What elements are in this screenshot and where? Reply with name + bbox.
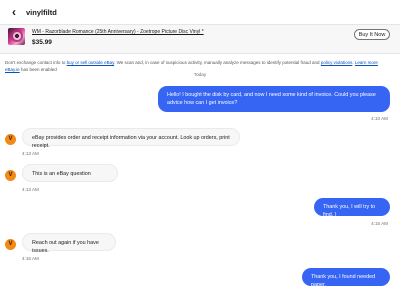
seller-avatar: V [5, 134, 16, 145]
listing-thumbnail[interactable] [8, 28, 25, 45]
message-time: 4:16 AM [22, 256, 39, 261]
message-time: 4:15 AM [371, 221, 388, 226]
learn-more-link[interactable]: Learn more [355, 60, 378, 65]
listing-title[interactable]: WM - Razorblade Romance (25th Anniversar… [32, 29, 204, 35]
outgoing-message: Hello! I bought the disk by card, and no… [158, 86, 390, 112]
notice-text: . We scan and, in case of suspicious act… [114, 60, 321, 65]
listing-card: WM - Razorblade Romance (25th Anniversar… [0, 25, 400, 54]
listing-price: $35.99 [32, 39, 52, 46]
ebay-ie-link[interactable]: eBay.ie [5, 67, 20, 72]
day-separator: Today [193, 72, 207, 77]
seller-avatar: V [5, 239, 16, 250]
message-time: 4:13 AM [22, 151, 39, 156]
message-time: 4:10 AM [371, 116, 388, 121]
conversation-header: ‹ vinylfiltd [0, 0, 400, 25]
outside-ebay-link[interactable]: buy or sell outside eBay [67, 60, 114, 65]
incoming-message: eBay provides order and receipt informat… [22, 128, 240, 149]
incoming-message: Reach out again if you have issues. [22, 233, 116, 254]
chevron-left-icon[interactable]: ‹ [8, 4, 20, 20]
outgoing-message: Thank you, I found needed paper. [302, 268, 390, 288]
notice-text: has been enabled [19, 66, 57, 72]
seller-username[interactable]: vinylfiltd [26, 8, 57, 17]
outgoing-message: Thank you, I will try to find. ) [314, 198, 390, 218]
message-time: 4:13 AM [22, 187, 39, 192]
seller-avatar: V [5, 170, 16, 181]
policy-violations-link[interactable]: policy violations [321, 60, 353, 65]
notice-text: Don't exchange contact info to [5, 60, 67, 65]
incoming-message: This is an eBay question [22, 164, 118, 182]
buy-it-now-button[interactable]: Buy It Now [354, 29, 390, 40]
